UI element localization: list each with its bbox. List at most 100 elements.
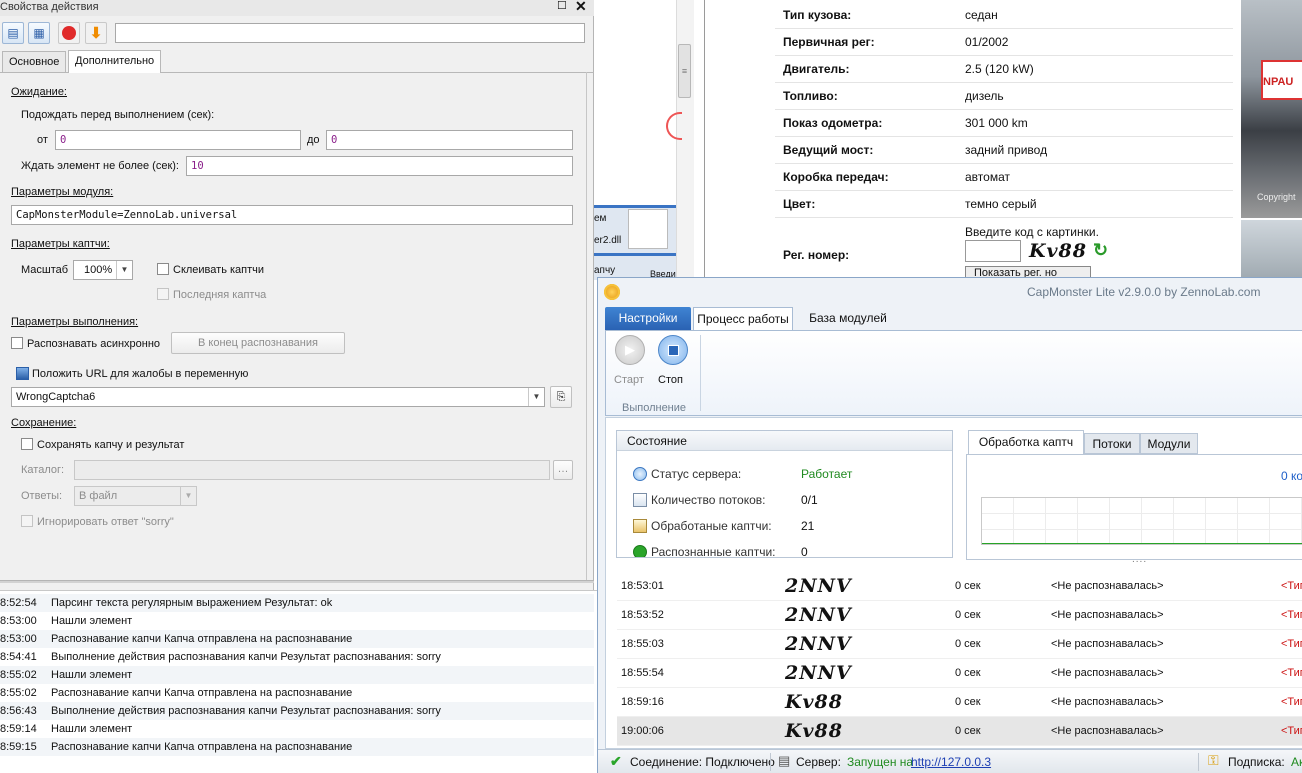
spec-key: Ведущий мост:	[783, 143, 874, 157]
spec-value: 301 000 km	[965, 116, 1028, 130]
log-row[interactable]: 8:59:14 Нашли элемент	[0, 720, 594, 738]
panel-right-border	[586, 72, 587, 580]
log-time: 8:56:43	[0, 705, 37, 717]
tab-captcha-processing[interactable]: Обработка каптч	[968, 430, 1084, 454]
car-photo: NPAU Copyright	[1241, 0, 1302, 218]
module-input[interactable]: CapMonsterModule=ZennoLab.universal	[11, 205, 573, 225]
log-time: 8:55:02	[0, 669, 37, 681]
log-row[interactable]: 8:54:41 Выполнение действия распознавания…	[0, 648, 594, 666]
spec-value: темно серый	[965, 197, 1037, 211]
midstrip: ем er2.dll апчу Введи	[594, 205, 676, 280]
tab-threads[interactable]: Потоки	[1084, 433, 1140, 454]
save-label: Сохранять капчу и результат	[37, 439, 185, 451]
answers-value: В файл	[79, 490, 118, 502]
captcha-input[interactable]	[965, 240, 1021, 262]
capmonster-window: CapMonster Lite v2.9.0.0 by ZennoLab.com…	[597, 277, 1302, 773]
captcha-row[interactable]: 18:55:03 2NNV 0 сек <Не распознавалась> <Тип	[617, 630, 1302, 659]
from-input[interactable]: 0	[55, 130, 301, 150]
captcha-row[interactable]: 18:53:01 2NNV 0 сек <Не распознавалась> <Тип	[617, 572, 1302, 601]
answers-select[interactable]: В файл ▼	[74, 486, 197, 506]
to-label: до	[307, 134, 320, 146]
app-logo-icon	[604, 284, 620, 300]
scale-select[interactable]: 100% ▼	[73, 260, 133, 280]
captcha-thumbnail: 2NNV	[785, 604, 852, 626]
variable-select[interactable]: WrongCaptcha6 ▼	[11, 387, 545, 407]
log-row[interactable]: 8:55:02 Распознавание капчи Капча отправл…	[0, 684, 594, 702]
log-text: Выполнение действия распознавания капчи …	[51, 705, 441, 717]
to-input[interactable]: 0	[326, 130, 573, 150]
status-value: 0	[801, 545, 808, 557]
midstrip-item: er2.dll	[594, 235, 622, 246]
status-value: 21	[801, 519, 815, 533]
captcha-row[interactable]: 18:59:16 Kv88 0 сек <Не распознавалась> <Тип	[617, 688, 1302, 717]
captcha-result: <Не распознавалась>	[1051, 580, 1164, 592]
maximize-icon[interactable]: ☐	[557, 0, 567, 12]
log-text: Распознавание капчи Капча отправлена на …	[51, 633, 353, 645]
server-url-link[interactable]: http://127.0.0.3	[911, 755, 991, 769]
glue-checkbox[interactable]	[157, 263, 169, 275]
tab-basic[interactable]: Основное	[2, 51, 67, 72]
copy-icon[interactable]: ⎘	[550, 386, 572, 408]
scale-value: 100%	[84, 264, 113, 276]
edit-view-icon[interactable]: ▦	[28, 22, 50, 44]
status-row: Обработаные каптчи: 21	[631, 517, 951, 535]
catalog-input[interactable]	[74, 460, 550, 480]
log-text: Распознавание капчи Капча отправлена на …	[51, 741, 353, 753]
recognized-icon	[633, 545, 647, 557]
server-status-icon	[633, 467, 647, 481]
end-recognition-button[interactable]: В конец распознавания	[171, 332, 345, 354]
wait-element-input[interactable]: 10	[186, 156, 573, 176]
spec-row: Топливо: дизель	[775, 83, 1233, 110]
module-section-title: Параметры модуля:	[11, 186, 114, 198]
log-row[interactable]: 8:53:00 Нашли элемент	[0, 612, 594, 630]
captcha-time: 18:55:03	[621, 638, 664, 650]
spec-row: Первичная рег: 01/2002	[775, 29, 1233, 56]
splitter-handle[interactable]: ....	[1132, 554, 1147, 565]
captcha-time: 19:00:06	[621, 725, 664, 737]
ribbon-tab-settings[interactable]: Настройки	[605, 307, 691, 330]
action-url-field[interactable]	[115, 23, 585, 43]
car-photo-2	[1241, 220, 1302, 280]
tab-modules[interactable]: Модули	[1140, 433, 1198, 454]
log-time: 8:53:00	[0, 615, 37, 627]
spec-key: Первичная рег:	[783, 35, 875, 49]
ignore-sorry-checkbox[interactable]	[21, 515, 33, 527]
captcha-row[interactable]: 18:55:54 2NNV 0 сек <Не распознавалась> <Тип	[617, 659, 1302, 688]
spec-row: Цвет: темно серый	[775, 191, 1233, 218]
browser-scroll-thumb[interactable]: ≡	[678, 44, 691, 98]
captcha-duration: 0 сек	[955, 609, 981, 621]
refresh-icon[interactable]: ↻	[1093, 240, 1108, 261]
start-label: Старт	[614, 374, 644, 386]
captcha-row[interactable]: 19:00:06 Kv88 0 сек <Не распознавалась> <Тип	[617, 717, 1302, 746]
log-row[interactable]: 8:52:54 Парсинг текста регулярным выражен…	[0, 594, 594, 612]
async-checkbox[interactable]	[11, 337, 23, 349]
close-icon[interactable]: ✕	[575, 0, 587, 15]
spec-row: Показ одометра: 301 000 km	[775, 110, 1233, 137]
log-row[interactable]: 8:59:15 Распознавание капчи Капча отправл…	[0, 738, 594, 756]
browse-button[interactable]: …	[553, 460, 573, 480]
captcha-prompt: Введите код с картинки.	[965, 225, 1099, 239]
captcha-row[interactable]: 18:53:52 2NNV 0 сек <Не распознавалась> <Тип	[617, 601, 1302, 630]
log-row[interactable]: 8:55:02 Нашли элемент	[0, 666, 594, 684]
ribbon-tab-modules[interactable]: База модулей	[803, 307, 893, 330]
save-checkbox[interactable]	[21, 438, 33, 450]
ribbon-tab-process[interactable]: Процесс работы	[693, 307, 793, 331]
download-arrow-icon[interactable]: ⬇	[85, 22, 107, 44]
stop-button[interactable]: Стоп	[656, 335, 690, 391]
status-value: 0/1	[801, 493, 818, 507]
spec-value: седан	[965, 8, 998, 22]
tab-additional[interactable]: Дополнительно	[68, 50, 162, 73]
log-panel: 8:52:54 Парсинг текста регулярным выражен…	[0, 590, 598, 773]
log-row[interactable]: 8:53:00 Распознавание капчи Капча отправл…	[0, 630, 594, 648]
log-row[interactable]: 8:56:43 Выполнение действия распознавания…	[0, 702, 594, 720]
stop-icon[interactable]	[58, 22, 80, 44]
status-row: Количество потоков: 0/1	[631, 491, 951, 509]
connection-status: Соединение: Подключено	[630, 755, 775, 769]
spec-key: Коробка передач:	[783, 170, 889, 184]
start-button[interactable]: ▶ Старт	[614, 335, 648, 391]
reg-label: Рег. номер:	[783, 248, 850, 262]
ribbon: ▶ Старт Стоп Выполнение	[605, 330, 1302, 416]
table-view-icon[interactable]: ▤	[2, 22, 24, 44]
last-captcha-checkbox[interactable]	[157, 288, 169, 300]
log-time: 8:52:54	[0, 597, 37, 609]
